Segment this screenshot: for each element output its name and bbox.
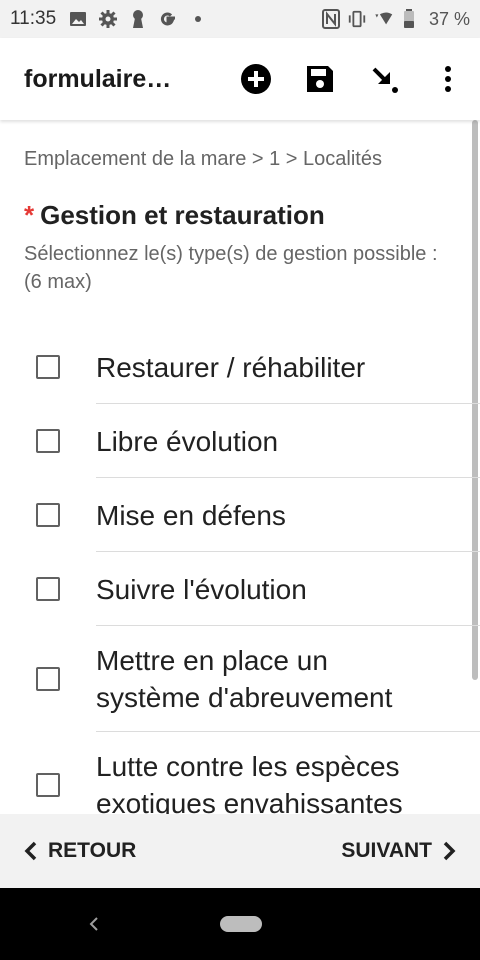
overflow-menu-button[interactable]	[416, 47, 480, 111]
option-label: Mettre en place un système d'abreuvement	[96, 645, 393, 713]
image-icon	[68, 9, 88, 29]
save-and-exit-button[interactable]	[352, 47, 416, 111]
option-label: Lutte contre les espèces exotiques envah…	[96, 751, 403, 814]
chevron-right-icon	[443, 841, 456, 861]
back-chevron-icon	[89, 917, 98, 931]
breadcrumb: Emplacement de la mare > 1 > Localités	[24, 148, 382, 170]
option-abreuvement[interactable]: Mettre en place un système d'abreuvement	[0, 626, 480, 732]
system-back-button[interactable]	[84, 910, 104, 938]
option-especes-exotiques[interactable]: Lutte contre les espèces exotiques envah…	[0, 732, 480, 814]
checkbox[interactable]	[36, 577, 60, 601]
option-restaurer[interactable]: Restaurer / réhabiliter	[0, 330, 480, 404]
download-arrow-icon	[372, 67, 398, 93]
form-navigation: RETOUR SUIVANT	[0, 814, 480, 888]
question-title: * Gestion et restauration	[24, 200, 325, 231]
option-label: Restaurer / réhabiliter	[96, 351, 366, 383]
system-navigation-bar	[0, 888, 480, 960]
required-marker: *	[24, 200, 35, 230]
checkbox[interactable]	[36, 667, 60, 691]
battery-icon	[399, 9, 419, 29]
checkbox[interactable]	[36, 429, 60, 453]
google-icon	[158, 9, 178, 29]
options-list: Restaurer / réhabiliter Libre évolution …	[0, 330, 480, 814]
status-time: 11:35	[10, 8, 57, 29]
save-icon	[307, 66, 333, 92]
app-bar: formulaire…	[0, 38, 480, 120]
checkbox[interactable]	[36, 503, 60, 527]
option-suivre-evolution[interactable]: Suivre l'évolution	[0, 552, 480, 626]
status-right-icons: 37 %	[321, 9, 470, 30]
overflow-menu-icon	[445, 66, 451, 92]
dot-icon	[188, 9, 208, 29]
question-hint-text: Sélectionnez le(s) type(s) de gestion po…	[24, 243, 438, 265]
next-button-label: SUIVANT	[341, 839, 432, 862]
wifi-icon	[373, 9, 393, 29]
system-home-button[interactable]	[220, 916, 262, 932]
option-libre-evolution[interactable]: Libre évolution	[0, 404, 480, 478]
gear-icon	[98, 9, 118, 29]
status-left-icons	[68, 9, 208, 29]
add-repeat-button[interactable]	[224, 47, 288, 111]
battery-percent: 37 %	[428, 8, 470, 29]
vibrate-icon	[347, 9, 367, 29]
back-button-label: RETOUR	[48, 839, 137, 862]
back-button[interactable]: RETOUR	[24, 839, 136, 863]
keyhole-icon	[128, 9, 148, 29]
checkbox[interactable]	[36, 355, 60, 379]
option-label: Mise en défens	[96, 499, 286, 531]
question-title-text: Gestion et restauration	[40, 200, 325, 230]
checkbox[interactable]	[36, 773, 60, 797]
next-button[interactable]: SUIVANT	[341, 839, 456, 863]
question-hint-max: (6 max)	[24, 271, 92, 293]
option-label: Libre évolution	[96, 425, 279, 457]
form-title: formulaire…	[24, 64, 172, 93]
add-circle-icon	[241, 64, 271, 94]
app-bar-actions	[224, 38, 480, 120]
save-button[interactable]	[288, 47, 352, 111]
option-label: Suivre l'évolution	[96, 573, 307, 605]
status-bar: 11:35 37 %	[0, 0, 480, 38]
form-content[interactable]: Emplacement de la mare > 1 > Localités *…	[0, 120, 480, 814]
chevron-left-icon	[24, 841, 37, 861]
option-mise-en-defens[interactable]: Mise en défens	[0, 478, 480, 552]
question-hint: Sélectionnez le(s) type(s) de gestion po…	[24, 240, 444, 296]
nfc-icon	[321, 9, 341, 29]
